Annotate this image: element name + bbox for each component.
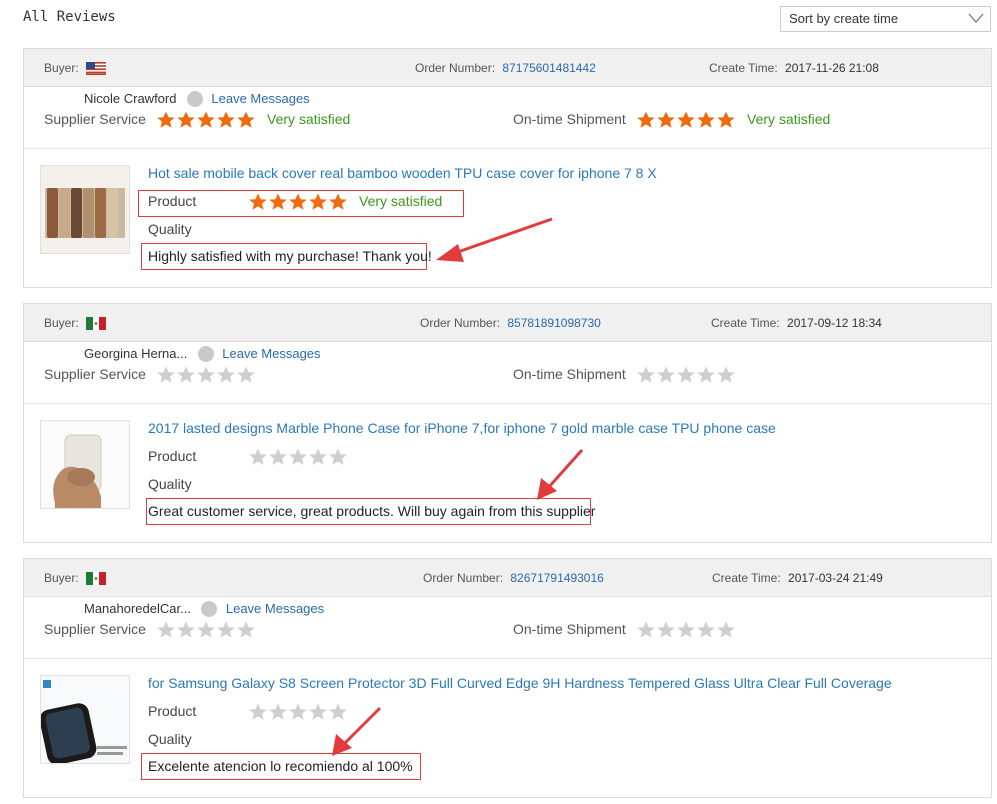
annotation-arrows: [332, 217, 584, 756]
red-arrow-icon: [537, 448, 584, 500]
red-arrow-icon: [436, 217, 553, 262]
red-arrow-icon: [332, 706, 382, 756]
